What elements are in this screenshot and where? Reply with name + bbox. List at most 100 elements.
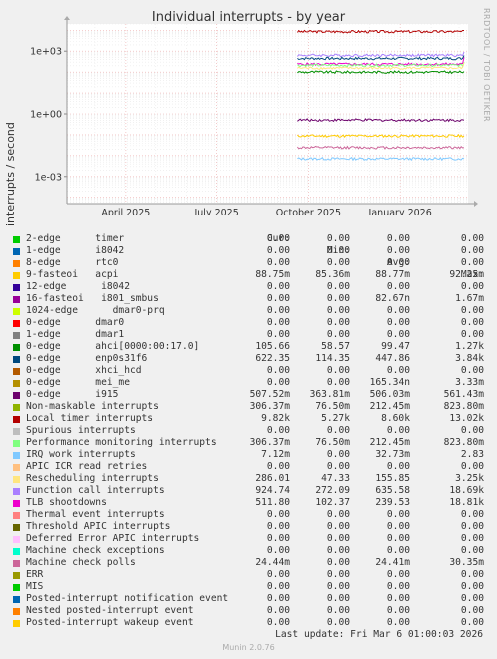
legend-min-value: 76.50m [315, 437, 350, 448]
legend-min-value: 0.00 [326, 305, 350, 316]
legend-swatch [13, 260, 20, 267]
legend-min-value: 114.35 [315, 353, 350, 364]
legend-min-value: 0.00 [326, 449, 350, 460]
legend-max-value: 0.00 [460, 461, 484, 472]
legend-min-value: 5.27k [321, 413, 350, 424]
legend-cur-value: 507.52m [249, 389, 290, 400]
legend-avg-value: 0.00 [386, 593, 410, 604]
legend-max-value: 2.83 [460, 449, 484, 460]
legend-label: 0-edge mei_me [26, 377, 130, 388]
legend-swatch [13, 344, 20, 351]
legend-max-value: 0.00 [460, 305, 484, 316]
legend-max-value: 18.69k [449, 485, 484, 496]
legend-avg-value: 24.41m [375, 557, 410, 568]
legend-max-value: 92.25m [449, 269, 484, 280]
legend-cur-value: 306.37m [249, 437, 290, 448]
legend-cur-value: 0.00 [266, 257, 290, 268]
legend-cur-value: 0.00 [266, 569, 290, 580]
legend-avg-value: 82.67n [375, 293, 410, 304]
legend-cur-value: 0.00 [266, 461, 290, 472]
legend-swatch [13, 296, 20, 303]
legend-avg-value: 0.00 [386, 581, 410, 592]
legend-label: Spurious interrupts [26, 425, 136, 436]
legend-row: Deferred Error APIC interrupts 0.00 0.00 0.… [12, 533, 492, 545]
legend-min-value: 0.00 [326, 425, 350, 436]
legend-swatch [13, 356, 20, 363]
legend-avg-value: 239.53 [375, 497, 410, 508]
legend-row: Posted-interrupt notification event 0.00 0… [12, 593, 492, 605]
legend-swatch [13, 464, 20, 471]
legend-row: Machine check polls 24.44m 0.00 24.41m 30.35… [12, 557, 492, 569]
legend-row: 0-edge xhci_hcd 0.00 0.00 0.00 0.00 [12, 365, 492, 377]
legend-min-value: 0.00 [326, 581, 350, 592]
x-tick-label: April 2025 [101, 208, 150, 215]
legend-label: 0-edge enp0s31f6 [26, 353, 148, 364]
legend-swatch [13, 236, 20, 243]
legend-swatch [13, 440, 20, 447]
legend-cur-value: 0.00 [266, 617, 290, 628]
legend-max-value: 823.80m [443, 401, 484, 412]
y-axis-arrow [64, 16, 70, 20]
legend-row: Posted-interrupt wakeup event 0.00 0.00 0.0… [12, 617, 492, 629]
x-tick-label: January 2026 [368, 208, 432, 215]
legend-swatch [13, 404, 20, 411]
legend-swatch [13, 572, 20, 579]
y-tick-label: 1e+00 [30, 110, 62, 121]
legend-row: 0-edge enp0s31f6 622.35 114.35 447.86 3.84k [12, 353, 492, 365]
legend-min-value: 0.00 [326, 377, 350, 388]
legend-cur-value: 306.37m [249, 401, 290, 412]
legend-label: Function call interrupts [26, 485, 165, 496]
legend-avg-value: 506.03m [369, 389, 410, 400]
legend-swatch [13, 284, 20, 291]
legend-row: Nested posted-interrupt event 0.00 0.00 0.0… [12, 605, 492, 617]
legend-max-value: 0.00 [460, 245, 484, 256]
legend-row: Rescheduling interrupts 286.01 47.33 155.85… [12, 473, 492, 485]
legend-cur-value: 0.00 [266, 593, 290, 604]
legend-min-value: 0.00 [326, 605, 350, 616]
legend-swatch [13, 272, 20, 279]
legend-max-value: 0.00 [460, 281, 484, 292]
legend-cur-value: 0.00 [266, 281, 290, 292]
legend-avg-value: 0.00 [386, 521, 410, 532]
legend-max-value: 0.00 [460, 569, 484, 580]
legend-min-value: 0.00 [326, 557, 350, 568]
legend-min-value: 0.00 [326, 509, 350, 520]
legend-max-value: 823.80m [443, 437, 484, 448]
legend-row: 2-edge timer 0.00 0.00 0.00 0.00 [12, 233, 492, 245]
legend-max-value: 0.00 [460, 425, 484, 436]
y-tick-label: 1e-03 [35, 172, 62, 183]
legend-cur-value: 0.00 [266, 233, 290, 244]
legend-row: 1-edge dmar1 0.00 0.00 0.00 0.00 [12, 329, 492, 341]
legend-label: Nested posted-interrupt event [26, 605, 194, 616]
legend-max-value: 561.43m [443, 389, 484, 400]
legend-avg-value: 447.86 [375, 353, 410, 364]
legend-swatch [13, 584, 20, 591]
legend-avg-value: 8.60k [381, 413, 410, 424]
legend-row: 0-edge dmar0 0.00 0.00 0.00 0.00 [12, 317, 492, 329]
legend-label: 1-edge dmar1 [26, 329, 125, 340]
legend-row: Function call interrupts 924.74 272.09 635.… [12, 485, 492, 497]
legend-label: Thermal event interrupts [26, 509, 165, 520]
legend-row: Performance monitoring interrupts 306.37m… [12, 437, 492, 449]
legend-label: Rescheduling interrupts [26, 473, 159, 484]
legend-cur-value: 511.80 [255, 497, 290, 508]
legend-max-value: 1.27k [455, 341, 484, 352]
legend-max-value: 0.00 [460, 581, 484, 592]
x-axis-arrow [474, 201, 478, 207]
legend-swatch [13, 488, 20, 495]
munin-version: Munin 2.0.76 [222, 643, 275, 652]
legend-row: 1024-edge dmar0-prq 0.00 0.00 0.00 0.00 [12, 305, 492, 317]
legend-label: 0-edge i915 [26, 389, 119, 400]
legend-swatch [13, 548, 20, 555]
legend-min-value: 0.00 [326, 569, 350, 580]
legend-min-value: 0.00 [326, 521, 350, 532]
legend-row: Threshold APIC interrupts 0.00 0.00 0.00 0.0… [12, 521, 492, 533]
legend-table: Cur: Min: Avg: Max: 2-edge timer 0.00 0.00… [12, 221, 492, 629]
legend-avg-value: 0.00 [386, 425, 410, 436]
legend-cur-value: 0.00 [266, 509, 290, 520]
legend-max-value: 0.00 [460, 617, 484, 628]
legend-swatch [13, 452, 20, 459]
legend-avg-value: 32.73m [375, 449, 410, 460]
legend-swatch [13, 536, 20, 543]
legend-cur-value: 0.00 [266, 305, 290, 316]
